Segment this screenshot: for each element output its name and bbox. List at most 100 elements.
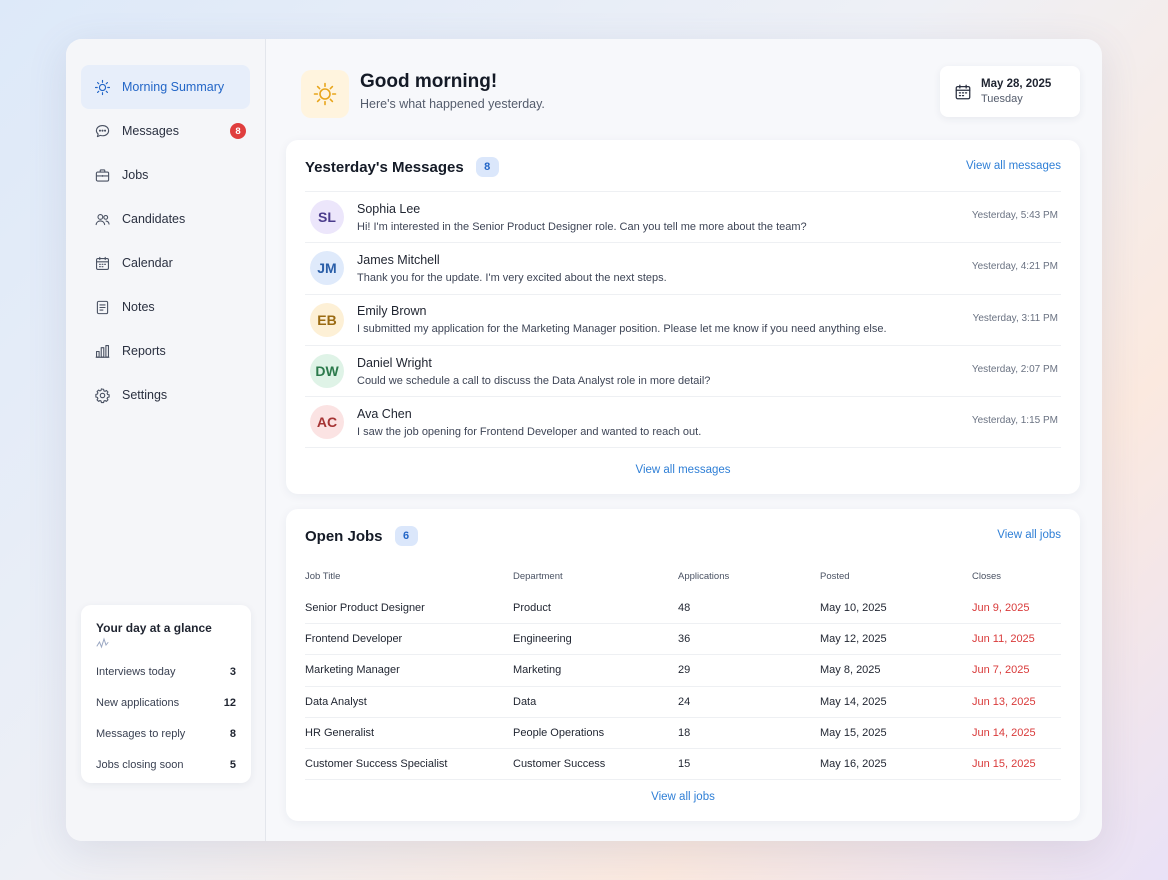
job-title-cell: Data Analyst [305,695,367,708]
table-row[interactable]: Marketing Manager Marketing 29 May 8, 2025 J… [305,655,1061,687]
glance-row-interviews: Interviews today 3 [96,665,236,678]
glance-row-closing: Jobs closing soon 5 [96,758,236,771]
notes-icon [94,299,111,316]
applications-cell: 48 [678,602,691,615]
avatar: DW [310,354,344,389]
sidebar-item-label: Settings [122,388,168,402]
sender-name: James Mitchell [357,252,440,267]
sun-icon [301,70,349,118]
sidebar-item-calendar[interactable]: Calendar [81,241,250,285]
column-header-applications[interactable]: Applications [678,571,820,582]
message-time: Yesterday, 4:21 PM [971,261,1058,273]
message-row[interactable]: EB Emily Brown I submitted my application … [305,295,1061,346]
message-preview: I submitted my application for the Marke… [357,323,887,336]
sender-name: Emily Brown [357,304,427,319]
chat-icon [94,123,111,140]
sidebar-item-label: Calendar [122,256,173,270]
avatar: SL [310,200,344,235]
closes-cell: Jun 7, 2025 [972,664,1030,677]
applications-cell: 36 [678,633,691,646]
posted-cell: May 15, 2025 [820,726,887,739]
applications-cell: 18 [678,726,691,739]
sidebar-item-label: Jobs [122,168,149,182]
page-title: Good morning! [360,71,498,92]
message-row[interactable]: SL Sophia Lee Hi! I'm interested in the Se… [305,192,1061,244]
column-header-closes[interactable]: Closes [972,571,1061,582]
sidebar-item-label: Morning Summary [122,80,225,94]
current-day: Tuesday [981,93,1023,105]
message-time: Yesterday, 1:15 PM [971,415,1058,427]
message-time: Yesterday, 5:43 PM [971,210,1058,221]
table-header: Job Title Department Applications Posted… [305,567,1061,585]
message-row[interactable]: AC Ava Chen I saw the job opening for Fron… [305,397,1061,449]
messages-count-badge: 8 [475,157,499,177]
closes-cell: Jun 14, 2025 [972,726,1036,739]
sidebar-item-messages[interactable]: Messages 8 [81,109,250,153]
view-all-jobs-footer-link[interactable]: View all jobs [286,791,1080,803]
app-window: Morning Summary Messages 8 Jobs Candidat… [66,39,1102,841]
jobs-title: Open Jobs [305,527,383,545]
table-row[interactable]: Senior Product Designer Product 48 May 10, … [305,593,1061,625]
sender-name: Daniel Wright [357,355,432,370]
glance-row-applications: New applications 12 [96,696,236,709]
table-row[interactable]: Customer Success Specialist Customer Succ… [305,749,1061,781]
sidebar-item-reports[interactable]: Reports [81,329,250,373]
view-all-messages-link[interactable]: View all messages [966,160,1061,172]
date-card: May 28, 2025 Tuesday [940,66,1080,117]
sender-name: Sophia Lee [357,201,421,216]
closes-cell: Jun 11, 2025 [972,633,1035,646]
job-title-cell: Customer Success Specialist [305,758,448,771]
day-at-a-glance-card: Your day at a glance Interviews today 3 … [81,605,251,783]
sidebar-item-notes[interactable]: Notes [81,285,250,329]
department-cell: Marketing [513,664,562,677]
column-header-posted[interactable]: Posted [820,571,972,582]
calendar-icon [94,255,111,272]
closes-cell: Jun 9, 2025 [972,602,1030,615]
job-title-cell: Marketing Manager [305,664,400,677]
messages-title: Yesterday's Messages [305,158,464,176]
bar-chart-icon [94,343,111,360]
table-row[interactable]: HR Generalist People Operations 18 May 15, … [305,718,1061,749]
sidebar-item-jobs[interactable]: Jobs [81,153,250,197]
messages-card: Yesterday's Messages 8 View all messages… [286,140,1080,494]
sidebar-item-label: Messages [122,124,179,138]
department-cell: Customer Success [513,758,606,771]
message-preview: Thank you for the update. I'm very excit… [357,271,667,284]
sidebar-item-label: Candidates [122,212,186,226]
job-title-cell: Frontend Developer [305,633,403,646]
message-preview: Could we schedule a call to discuss the … [357,374,711,387]
calendar-icon [954,83,972,101]
message-time: Yesterday, 3:11 PM [972,312,1058,324]
message-row[interactable]: JM James Mitchell Thank you for the update… [305,243,1061,295]
applications-cell: 24 [678,695,691,708]
sidebar-item-candidates[interactable]: Candidates [81,197,250,241]
jobs-table: Job Title Department Applications Posted… [305,567,1061,781]
sun-icon [94,79,111,96]
avatar: EB [310,302,344,337]
sidebar-item-morning-summary[interactable]: Morning Summary [81,65,250,109]
applications-cell: 29 [678,664,691,677]
department-cell: Data [513,695,537,708]
message-row[interactable]: DW Daniel Wright Could we schedule a call … [305,346,1061,398]
sidebar-item-label: Notes [122,300,155,314]
sidebar: Morning Summary Messages 8 Jobs Candidat… [66,39,266,841]
sidebar-item-settings[interactable]: Settings [81,373,250,417]
column-header-department[interactable]: Department [513,571,678,582]
table-row[interactable]: Frontend Developer Engineering 36 May 12, 2… [305,624,1061,656]
messages-list: SL Sophia Lee Hi! I'm interested in the Se… [305,191,1061,449]
unread-badge: 8 [230,123,246,139]
department-cell: Engineering [513,633,572,646]
jobs-count-badge: 6 [394,526,418,546]
closes-cell: Jun 15, 2025 [972,758,1036,771]
glance-row-messages: Messages to reply 8 [96,727,236,740]
sender-name: Ava Chen [357,406,412,421]
applications-cell: 15 [678,758,691,771]
view-all-messages-footer-link[interactable]: View all messages [286,464,1080,476]
view-all-jobs-link[interactable]: View all jobs [997,529,1061,541]
column-header-job-title[interactable]: Job Title [305,571,513,582]
main-content: Good morning! Here's what happened yeste… [266,39,1102,841]
avatar: JM [310,251,344,286]
sparkle-icon [96,636,236,650]
sidebar-item-label: Reports [122,344,166,358]
table-row[interactable]: Data Analyst Data 24 May 14, 2025 Jun 13, 20… [305,687,1061,718]
